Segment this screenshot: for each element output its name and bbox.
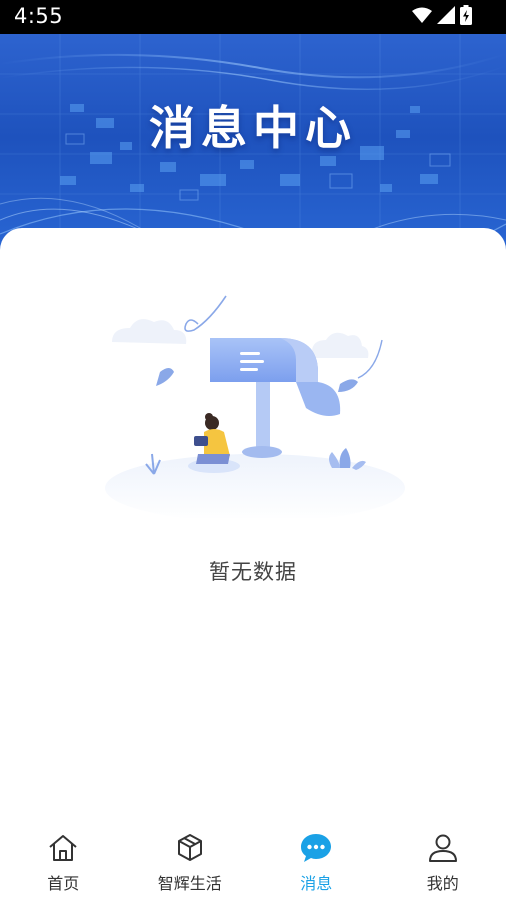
chat-bubble-icon bbox=[298, 830, 334, 866]
status-time: 4:55 bbox=[14, 4, 64, 28]
mailbox-empty-illustration bbox=[105, 295, 405, 518]
content-card: 暂无数据 bbox=[0, 228, 506, 818]
cellular-signal-icon bbox=[437, 6, 455, 28]
tab-label: 消息 bbox=[300, 874, 333, 893]
status-icons bbox=[412, 5, 472, 29]
home-icon bbox=[45, 830, 81, 866]
battery-charging-icon bbox=[460, 5, 472, 29]
tab-label: 我的 bbox=[426, 874, 459, 893]
status-bar: 4:55 bbox=[0, 0, 506, 34]
user-icon bbox=[425, 830, 461, 866]
tab-label: 首页 bbox=[47, 874, 80, 893]
cube-icon bbox=[172, 830, 208, 866]
tab-label: 智辉生活 bbox=[157, 874, 222, 893]
tab-mine[interactable]: 我的 bbox=[380, 818, 506, 900]
tab-home[interactable]: 首页 bbox=[0, 818, 127, 900]
tab-smart-life[interactable]: 智辉生活 bbox=[127, 818, 254, 900]
page-title: 消息中心 bbox=[149, 101, 357, 155]
bottom-tab-bar: 首页 智辉生活 消息 我的 bbox=[0, 818, 506, 900]
empty-state-message: 暂无数据 bbox=[209, 560, 297, 584]
tab-messages[interactable]: 消息 bbox=[253, 818, 380, 900]
wifi-icon bbox=[412, 7, 432, 27]
